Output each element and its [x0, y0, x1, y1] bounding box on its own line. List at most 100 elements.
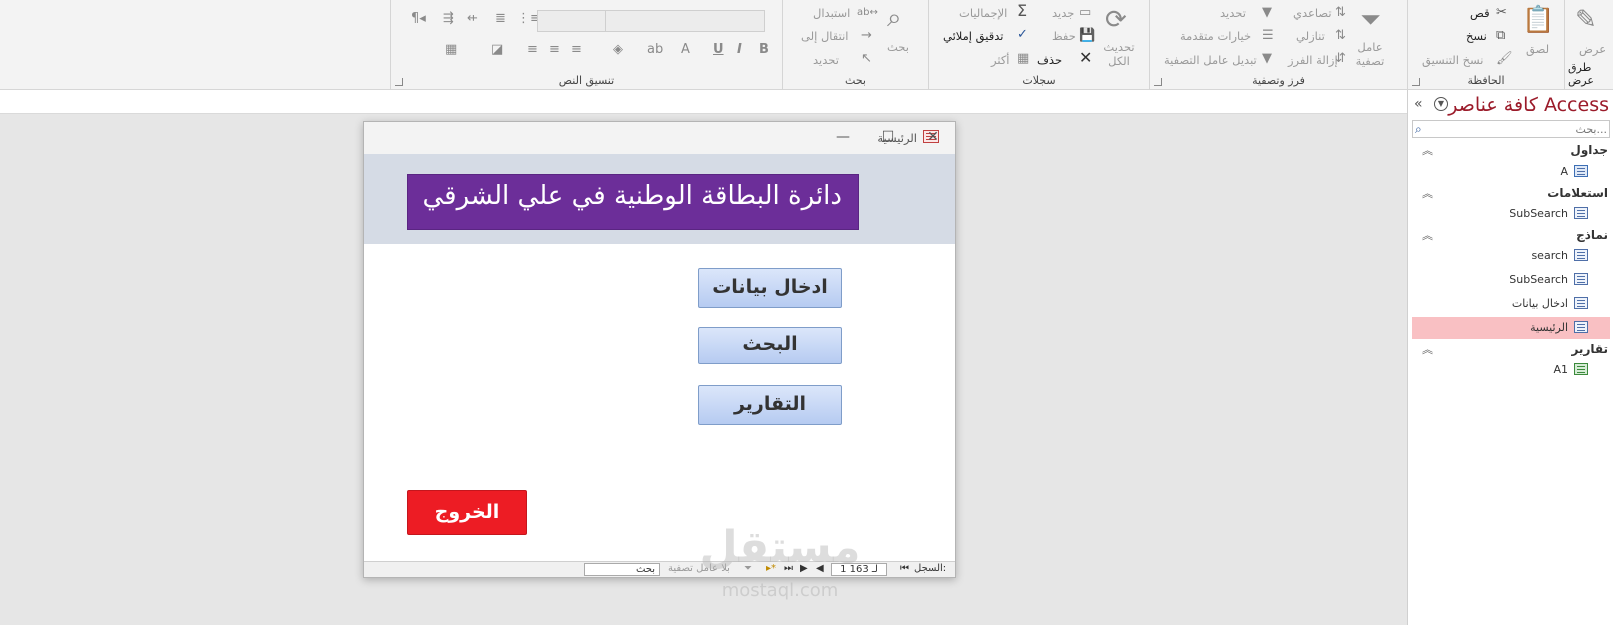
align-left-icon[interactable]: ≡	[527, 43, 538, 57]
selection-icon[interactable]: ▼	[1262, 6, 1272, 20]
maximize-icon[interactable]: ☐	[877, 128, 899, 146]
remove-sort-button[interactable]: إزالة الفرز	[1288, 53, 1338, 67]
reports-button[interactable]: التقارير	[698, 385, 842, 425]
refresh-all-button[interactable]: تحديث الكل	[1097, 40, 1141, 68]
minimize-icon[interactable]: —	[832, 128, 854, 146]
totals-icon[interactable]: Σ	[1017, 3, 1027, 19]
cut-button[interactable]: قص	[1470, 6, 1490, 20]
nav-item-form-main[interactable]: الرئيسية	[1412, 317, 1610, 339]
sort-descending-button[interactable]: تنازلي	[1296, 29, 1325, 43]
copy-icon[interactable]: ⧉	[1496, 29, 1505, 43]
numbered-list-icon[interactable]: ≣	[495, 12, 506, 26]
more-button[interactable]: أكثر	[991, 53, 1010, 67]
indent-decrease-icon[interactable]: ⇷	[467, 12, 478, 26]
record-search-box[interactable]: بحث	[584, 563, 660, 576]
search-icon[interactable]: ⌕	[1415, 122, 1422, 137]
alternate-row-color-icon[interactable]: ◪	[491, 43, 503, 57]
advanced-icon[interactable]: ☰	[1262, 29, 1274, 43]
nav-item-query-subsearch[interactable]: SubSearch	[1412, 203, 1610, 225]
chevron-up-icon[interactable]: ︽	[1422, 341, 1433, 357]
nav-collapse-icon[interactable]: «	[1414, 96, 1423, 112]
nav-category-tables[interactable]: ︽ جداول	[1412, 142, 1610, 160]
chevron-up-icon[interactable]: ︽	[1422, 185, 1433, 201]
find-button[interactable]: بحث	[887, 40, 909, 54]
nav-item-label: search	[1531, 249, 1568, 262]
sort-filter-launcher-icon[interactable]	[1154, 78, 1162, 86]
font-color-icon[interactable]: A	[681, 43, 690, 57]
fill-color-icon[interactable]: ◈	[613, 43, 623, 57]
save-record-button[interactable]: حفظ	[1052, 29, 1076, 43]
nav-category-forms[interactable]: ︽ نماذج	[1412, 227, 1610, 245]
copy-button[interactable]: نسخ	[1466, 29, 1487, 43]
format-painter-icon[interactable]: 🖌	[1496, 52, 1513, 66]
paste-icon[interactable]: 📋	[1522, 6, 1554, 34]
save-record-icon[interactable]: 💾	[1079, 29, 1095, 43]
bold-icon[interactable]: B	[759, 43, 769, 57]
goto-icon[interactable]: →	[861, 29, 872, 43]
paragraph-direction-icon[interactable]: ¶◂	[411, 12, 426, 26]
record-label: السجل:	[914, 563, 947, 574]
highlight-icon[interactable]: ab	[647, 43, 663, 57]
nav-item-form-subsearch[interactable]: SubSearch	[1412, 269, 1610, 291]
indent-increase-icon[interactable]: ⇶	[443, 12, 454, 26]
view-button[interactable]: عرض	[1579, 42, 1606, 56]
delete-record-button[interactable]: حذف	[1037, 53, 1062, 67]
data-entry-button[interactable]: ادخال بيانات	[698, 268, 842, 308]
nav-category-queries[interactable]: ︽ استعلامات	[1412, 185, 1610, 203]
nav-item-form-search[interactable]: search	[1412, 245, 1610, 267]
italic-icon[interactable]: I	[737, 43, 742, 57]
goto-button[interactable]: انتقال إلى	[801, 29, 848, 43]
find-group: ⌕ بحث ab↔ استبدال → انتقال إلى ↖ تحديد ب…	[782, 0, 928, 90]
select-button[interactable]: تحديد	[813, 53, 839, 67]
clipboard-group: 📋 لصق ✂ قص ⧉ نسخ 🖌 نسخ التنسيق الحافظة	[1407, 0, 1564, 90]
format-painter-button[interactable]: نسخ التنسيق	[1422, 53, 1484, 67]
form-titlebar[interactable]: الرئيسية — ☐ ✕	[364, 122, 955, 154]
search-button[interactable]: البحث	[698, 327, 842, 364]
chevron-up-icon[interactable]: ︽	[1422, 142, 1433, 158]
nav-item-table-a[interactable]: A	[1412, 161, 1610, 183]
nav-item-form-data-entry[interactable]: ادخال بيانات	[1412, 293, 1610, 315]
advanced-button[interactable]: خيارات متقدمة	[1180, 29, 1251, 43]
spelling-button[interactable]: تدقيق إملائي	[943, 29, 1003, 43]
find-icon[interactable]: ⌕	[887, 4, 902, 32]
underline-icon[interactable]: U	[713, 43, 724, 57]
clipboard-launcher-icon[interactable]	[1412, 78, 1420, 86]
filter-icon[interactable]: ⏷	[1360, 6, 1381, 34]
gridlines-icon[interactable]: ▦	[445, 43, 457, 57]
refresh-all-icon[interactable]: ⟳	[1105, 6, 1127, 34]
filter-button[interactable]: عامل تصفية	[1346, 40, 1394, 68]
chevron-up-icon[interactable]: ︽	[1422, 227, 1433, 243]
nav-search-box[interactable]: ⌕	[1412, 120, 1610, 138]
totals-button[interactable]: الإجماليات	[959, 6, 1007, 20]
align-right-icon[interactable]: ≡	[571, 43, 582, 57]
replace-icon[interactable]: ab↔	[857, 6, 878, 20]
more-icon[interactable]: ▦	[1017, 52, 1029, 66]
sort-ascending-icon[interactable]: ⇅	[1335, 6, 1346, 20]
view-icon[interactable]: ✎	[1575, 6, 1597, 34]
close-icon[interactable]: ✕	[922, 128, 944, 146]
spelling-icon[interactable]: ✓	[1017, 28, 1028, 42]
sort-ascending-button[interactable]: تصاعدي	[1293, 6, 1332, 20]
toggle-filter-button[interactable]: تبديل عامل التصفية	[1164, 53, 1257, 67]
nav-search-input[interactable]	[1433, 121, 1607, 137]
sort-descending-icon[interactable]: ⇅	[1335, 29, 1346, 43]
align-center-icon[interactable]: ≡	[549, 43, 560, 57]
selection-button[interactable]: تحديد	[1220, 6, 1246, 20]
nav-dropdown-icon[interactable]: ▼	[1434, 97, 1448, 111]
new-record-icon[interactable]: ▭	[1079, 6, 1091, 20]
text-formatting-launcher-icon[interactable]	[395, 78, 403, 86]
new-record-button[interactable]: جديد	[1052, 6, 1074, 20]
delete-record-icon[interactable]: ✕	[1079, 50, 1092, 66]
font-size-combo[interactable]	[537, 10, 607, 32]
exit-button[interactable]: الخروج	[407, 490, 527, 535]
nav-pane-title[interactable]: كافة عناصر Access	[1448, 94, 1609, 116]
select-icon[interactable]: ↖	[861, 52, 872, 66]
paste-button[interactable]: لصق	[1526, 42, 1549, 56]
cut-icon[interactable]: ✂	[1496, 6, 1507, 20]
toggle-filter-icon[interactable]: ▼	[1262, 52, 1272, 66]
text-formatting-group: ¶◂ ⇶ ⇷ ≣ ⋮≡ ▦ ◪ ≡ ≡ ≡ ◈ ab A U I B تنسيق…	[390, 0, 782, 90]
font-name-combo[interactable]	[605, 10, 765, 32]
nav-item-report-a1[interactable]: A1	[1412, 359, 1610, 381]
nav-category-reports[interactable]: ︽ تقارير	[1412, 341, 1610, 359]
replace-button[interactable]: استبدال	[813, 6, 850, 20]
